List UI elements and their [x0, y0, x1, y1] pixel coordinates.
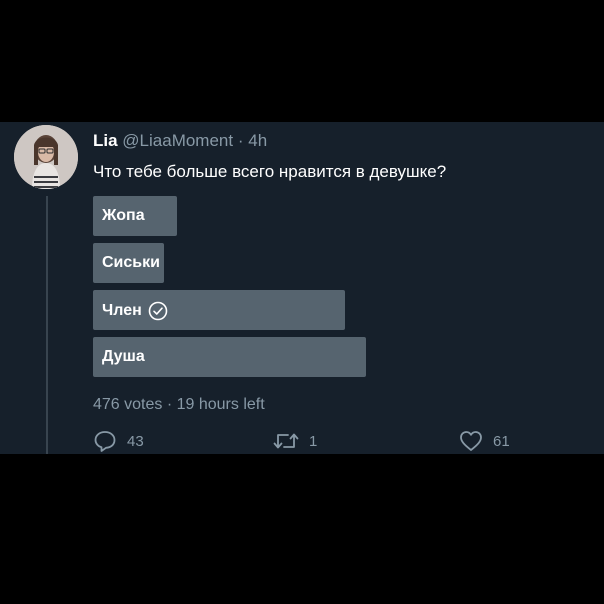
like-count: 61: [493, 432, 510, 450]
reply-icon: [94, 431, 116, 452]
thread-line: [46, 196, 48, 454]
timestamp[interactable]: 4h: [248, 131, 267, 150]
poll-option-label: Душа: [102, 348, 145, 365]
poll-option: Сиськи: [93, 243, 513, 283]
retweet-count: 1: [309, 432, 318, 450]
poll-option-label: Жопа: [102, 207, 145, 224]
retweet-button[interactable]: 1: [273, 430, 317, 452]
poll-option: Душа: [93, 337, 513, 377]
display-name[interactable]: Lia: [93, 131, 118, 150]
like-icon: [460, 431, 482, 451]
poll-summary: 476 votes · 19 hours left: [93, 396, 265, 413]
tweet-text: Что тебе больше всего нравится в девушке…: [93, 162, 447, 181]
handle[interactable]: @LiaaMoment: [122, 131, 233, 150]
check-circle-icon: [148, 301, 168, 321]
avatar-photo: [14, 125, 78, 189]
avatar[interactable]: [14, 125, 78, 189]
separator: ·: [237, 131, 244, 150]
tweet-header: Lia @LiaaMoment · 4h: [93, 131, 267, 151]
tweet-card: Lia @LiaaMoment · 4h Что тебе больше все…: [0, 122, 604, 454]
poll-option-label: Член: [102, 302, 142, 319]
tweet-actions: 43 1 61: [93, 430, 533, 454]
reply-count: 43: [127, 432, 144, 450]
like-button[interactable]: 61: [459, 430, 510, 452]
reply-button[interactable]: 43: [93, 430, 144, 452]
poll-option-selected: Член: [93, 290, 513, 330]
poll-option-label: Сиськи: [102, 254, 160, 271]
retweet-icon: [273, 433, 299, 449]
poll-option: Жопа: [93, 196, 513, 236]
poll: Жопа Сиськи Член Душа: [93, 196, 513, 384]
